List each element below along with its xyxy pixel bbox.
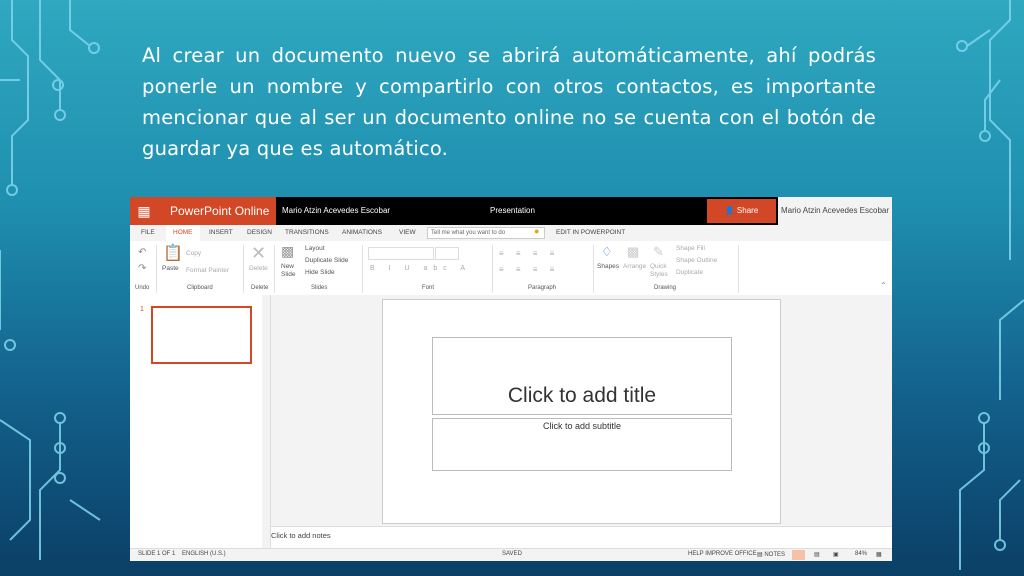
duplicate-button[interactable]: Duplicate: [676, 269, 703, 276]
shape-fill-button[interactable]: Shape Fill: [676, 245, 705, 252]
slide-number: 1: [140, 306, 144, 313]
reading-view-icon[interactable]: ▤: [814, 551, 820, 558]
group-drawing: Drawing: [654, 285, 677, 291]
tab-animations[interactable]: ANIMATIONS: [342, 225, 382, 241]
notes-toggle[interactable]: ▤ NOTES: [757, 551, 785, 558]
title-placeholder-text: Click to add title: [507, 384, 657, 407]
new-slide-button[interactable]: New Slide: [281, 263, 301, 279]
redo-icon[interactable]: ↷: [138, 263, 146, 274]
thumbnail-scrollbar[interactable]: [262, 295, 270, 548]
shape-outline-button[interactable]: Shape Outline: [676, 257, 717, 264]
divider: [274, 245, 275, 293]
slide-thumbnail[interactable]: [151, 306, 252, 364]
help-improve-office-link[interactable]: HELP IMPROVE OFFICE: [688, 551, 757, 557]
notes-placeholder: Click to add notes: [271, 531, 331, 540]
share-button[interactable]: 👤 Share: [707, 199, 776, 223]
subtitle-placeholder[interactable]: Click to add subtitle: [432, 418, 732, 471]
duplicate-slide-button[interactable]: Duplicate Slide: [305, 257, 348, 264]
tab-insert[interactable]: INSERT: [209, 225, 233, 241]
slideshow-icon[interactable]: ▣: [833, 551, 839, 558]
shapes-button[interactable]: Shapes: [597, 263, 619, 270]
font-format-icons[interactable]: B I U abc A: [370, 265, 471, 272]
powerpoint-window: ▦ PowerPoint Online Mario Atzin Acevedes…: [130, 197, 892, 561]
title-bar: ▦ PowerPoint Online Mario Atzin Acevedes…: [130, 197, 892, 225]
layout-button[interactable]: Layout: [305, 245, 325, 252]
delete-button[interactable]: Delete: [249, 265, 268, 272]
tell-me-input[interactable]: Tell me what you want to do: [427, 227, 545, 239]
owner-name: Mario Atzin Acevedes Escobar: [282, 206, 391, 215]
divider: [492, 245, 493, 293]
arrange-button[interactable]: Arrange: [623, 263, 646, 270]
notes-pane[interactable]: Click to add notes: [271, 526, 892, 549]
user-account[interactable]: Mario Atzin Acevedes Escobar: [778, 197, 892, 225]
tab-view[interactable]: VIEW: [399, 225, 416, 241]
normal-view-icon[interactable]: [792, 550, 805, 560]
new-slide-icon[interactable]: ▩: [281, 243, 294, 260]
zoom-level[interactable]: 84%: [855, 551, 867, 557]
tab-file[interactable]: FILE: [141, 225, 155, 241]
notes-label: NOTES: [764, 552, 786, 558]
font-name-dropdown[interactable]: [368, 247, 434, 260]
copy-button[interactable]: Copy: [186, 250, 201, 257]
divider: [156, 245, 157, 293]
tab-home[interactable]: HOME: [166, 225, 200, 241]
language-indicator[interactable]: ENGLISH (U.S.): [182, 551, 226, 557]
page-heading: Al crear un documento nuevo se abrirá au…: [142, 44, 876, 160]
delete-icon[interactable]: ✕: [251, 243, 266, 264]
slide-canvas: Click to add title Click to add subtitle: [382, 299, 781, 524]
save-status: SAVED: [502, 551, 522, 557]
undo-icon[interactable]: ↶: [138, 247, 146, 258]
ribbon: ↶ ↷ Undo 📋 Paste Copy Format Painter Cli…: [130, 241, 892, 296]
list-icons[interactable]: ≡ ≡ ≡ ≡: [499, 249, 559, 258]
quick-styles-icon[interactable]: ✎: [653, 244, 664, 260]
lightbulb-icon: ●: [534, 226, 540, 236]
title-placeholder[interactable]: Click to add title: [432, 337, 732, 415]
slide-count: SLIDE 1 OF 1: [138, 551, 176, 557]
arrange-icon[interactable]: ▩: [627, 244, 639, 260]
edit-in-powerpoint-button[interactable]: EDIT IN POWERPOINT: [556, 225, 625, 241]
group-slides: Slides: [311, 285, 328, 291]
fit-to-window-icon[interactable]: ▦: [876, 551, 882, 558]
divider: [738, 245, 739, 293]
document-name[interactable]: Presentation: [490, 197, 535, 225]
format-painter-button[interactable]: Format Painter: [186, 267, 229, 274]
subtitle-placeholder-text: Click to add subtitle: [542, 421, 622, 431]
group-font: Font: [422, 285, 435, 291]
ribbon-tabs: FILE HOME INSERT DESIGN TRANSITIONS ANIM…: [130, 225, 892, 241]
share-label: Share: [736, 206, 759, 215]
hide-slide-button[interactable]: Hide Slide: [305, 269, 335, 276]
shapes-icon[interactable]: ♢: [601, 244, 613, 260]
divider: [593, 245, 594, 293]
group-paragraph: Paragraph: [528, 285, 557, 291]
app-launcher-icon[interactable]: ▦: [130, 197, 158, 225]
quick-styles-button[interactable]: Quick Styles: [650, 263, 672, 279]
align-icons[interactable]: ≡ ≡ ≡ ≡: [499, 265, 559, 274]
divider: [362, 245, 363, 293]
tab-transitions[interactable]: TRANSITIONS: [285, 225, 329, 241]
app-name[interactable]: PowerPoint Online: [158, 197, 276, 225]
font-size-dropdown[interactable]: [435, 247, 459, 260]
collapse-ribbon-icon[interactable]: ⌃: [880, 281, 887, 290]
paste-button[interactable]: Paste: [162, 265, 179, 272]
tab-design[interactable]: DESIGN: [247, 225, 272, 241]
share-icon: 👤: [724, 206, 735, 215]
group-clipboard: Clipboard: [187, 285, 213, 291]
group-delete: Delete: [251, 285, 269, 291]
group-undo: Undo: [135, 285, 150, 291]
status-bar: SLIDE 1 OF 1 ENGLISH (U.S.) SAVED HELP I…: [130, 548, 892, 561]
slide-thumbnail-pane: 1: [130, 295, 271, 548]
paste-icon[interactable]: 📋: [163, 243, 183, 263]
divider: [243, 245, 244, 293]
